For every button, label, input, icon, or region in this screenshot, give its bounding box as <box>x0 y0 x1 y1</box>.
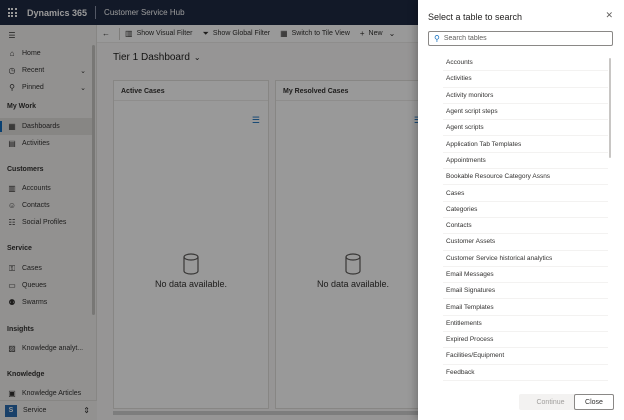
list-item[interactable]: Facilities/Equipment <box>443 348 608 365</box>
list-item[interactable]: Activities <box>443 71 608 88</box>
list-item[interactable]: Entitlements <box>443 316 608 333</box>
list-item[interactable]: Feedback <box>443 365 608 381</box>
table-list: Accounts Activities Activity monitors Agent… <box>443 55 622 381</box>
search-tables-box[interactable]: ⚲ <box>428 31 613 46</box>
search-tables-input[interactable] <box>443 35 604 42</box>
list-item[interactable]: Appointments <box>443 153 608 170</box>
list-item[interactable]: Email Templates <box>443 299 608 316</box>
list-item[interactable]: Agent script steps <box>443 104 608 121</box>
list-item[interactable]: Cases <box>443 185 608 202</box>
list-item[interactable]: Application Tab Templates <box>443 136 608 153</box>
list-item[interactable]: Activity monitors <box>443 88 608 104</box>
list-item[interactable]: Expired Process <box>443 332 608 349</box>
close-button[interactable]: Close <box>574 394 614 410</box>
list-item[interactable]: Customer Service historical analytics <box>443 251 608 267</box>
list-scrollbar[interactable] <box>609 58 611 158</box>
panel-title: Select a table to search <box>428 12 523 22</box>
list-item[interactable]: Categories <box>443 202 608 218</box>
list-item[interactable]: Agent scripts <box>443 120 608 137</box>
list-item[interactable]: Email Signatures <box>443 283 608 300</box>
list-item[interactable]: Bookable Resource Category Assns <box>443 169 608 186</box>
list-item[interactable]: Accounts <box>443 55 608 72</box>
select-table-panel: Select a table to search ✕ ⚲ AccountsAct… <box>418 0 624 420</box>
list-item[interactable]: Contacts <box>443 218 608 235</box>
list-item[interactable]: Customer Assets <box>443 234 608 251</box>
list-item[interactable]: Email Messages <box>443 267 608 284</box>
continue-button[interactable]: Continue <box>519 394 582 410</box>
close-icon[interactable]: ✕ <box>605 10 613 21</box>
panel-footer: Continue Close <box>418 386 624 420</box>
search-icon: ⚲ <box>434 34 440 43</box>
